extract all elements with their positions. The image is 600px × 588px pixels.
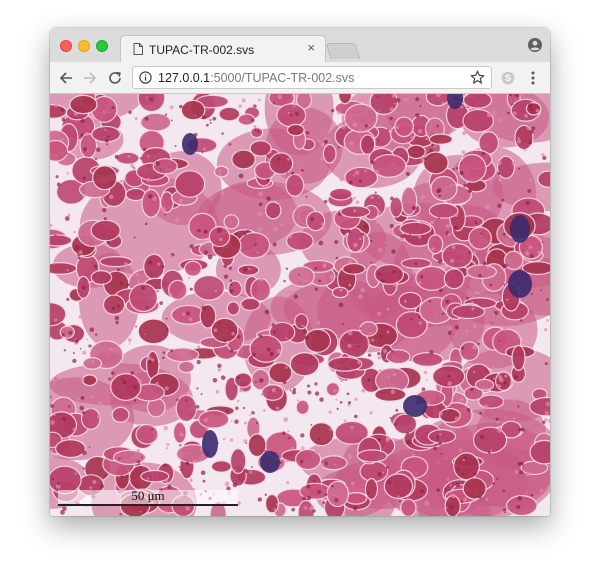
address-bar[interactable]: 127.0.0.1:5000/TUPAC-TR-002.svs	[132, 66, 492, 89]
scale-bar-label: 50 μm	[131, 488, 165, 503]
url-path: :5000/TUPAC-TR-002.svs	[210, 71, 355, 85]
tab-close-button[interactable]: ×	[307, 41, 315, 55]
arrow-left-icon[interactable]	[58, 70, 74, 86]
url-host: 127.0.0.1	[158, 71, 211, 85]
svg-text:S: S	[505, 73, 511, 83]
tab-active[interactable]: TUPAC-TR-002.svs ×	[120, 35, 326, 62]
browser-window: TUPAC-TR-002.svs × 127.0.0.1:5000/TUPAC-…	[50, 28, 550, 516]
info-icon[interactable]	[139, 71, 152, 84]
tab-title: TUPAC-TR-002.svs	[149, 43, 255, 57]
browser-toolbar: 127.0.0.1:5000/TUPAC-TR-002.svs S	[50, 62, 550, 94]
minimize-window-icon[interactable]	[78, 40, 90, 52]
skype-icon[interactable]: S	[501, 71, 515, 85]
new-tab-button[interactable]	[325, 43, 361, 59]
slide-viewer[interactable]: 50 μm	[50, 94, 550, 516]
maximize-window-icon[interactable]	[96, 40, 108, 52]
scale-bar	[58, 504, 238, 506]
reload-icon[interactable]	[107, 70, 123, 86]
tab-strip: TUPAC-TR-002.svs ×	[50, 28, 550, 62]
kebab-menu-icon[interactable]	[527, 70, 539, 86]
close-window-icon[interactable]	[60, 40, 72, 52]
document-icon	[133, 43, 143, 55]
star-icon[interactable]	[470, 70, 485, 85]
tissue-image	[50, 94, 550, 516]
arrow-right-icon[interactable]	[82, 70, 98, 86]
url-text: 127.0.0.1:5000/TUPAC-TR-002.svs	[158, 71, 354, 85]
account-circle-icon[interactable]	[528, 38, 542, 52]
